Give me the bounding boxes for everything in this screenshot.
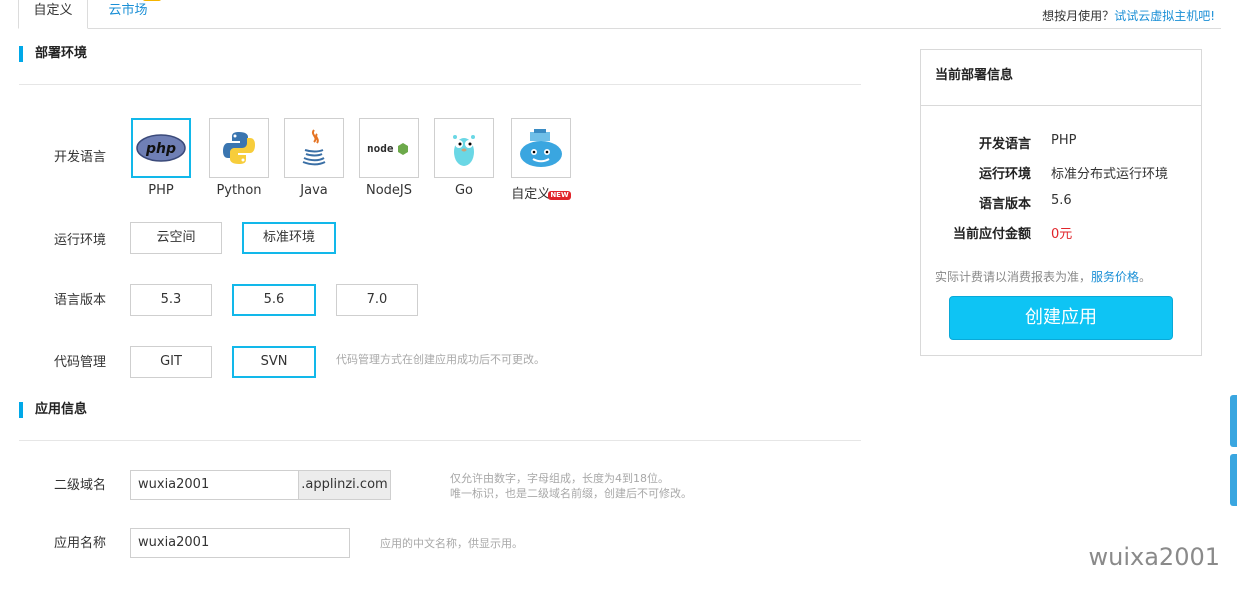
- runtime-option-standard[interactable]: 标准环境: [242, 222, 336, 254]
- tab-badge-dot: [143, 0, 161, 1]
- python-icon: [223, 132, 255, 164]
- divider: [19, 84, 861, 85]
- vcs-option-git[interactable]: GIT: [130, 346, 212, 378]
- app-name-hint: 应用的中文名称，供显示用。: [380, 537, 523, 550]
- version-option-5-3[interactable]: 5.3: [130, 284, 212, 316]
- panel-row-price: 当前应付金额 0元: [921, 223, 1201, 243]
- custom-tile[interactable]: [511, 118, 571, 178]
- language-option-php[interactable]: php PHP: [131, 118, 191, 198]
- section-marker: [19, 46, 23, 62]
- language-name: Java: [300, 183, 328, 198]
- java-tile[interactable]: [284, 118, 344, 178]
- language-name: PHP: [148, 183, 174, 198]
- panel-row-runtime: 运行环境 标准分布式运行环境: [921, 163, 1201, 183]
- language-label: 开发语言: [54, 150, 107, 165]
- svg-text:node: node: [367, 142, 394, 155]
- language-name: 自定义NEW: [511, 183, 571, 202]
- billing-note-end: 。: [1139, 270, 1152, 284]
- language-name: Python: [216, 183, 262, 198]
- custom-label: 自定义: [511, 187, 551, 202]
- tab-cloud-market[interactable]: 云市场: [103, 0, 161, 29]
- monthly-usage-text: 想按月使用？: [1042, 9, 1115, 23]
- row-key: 当前应付金额: [952, 227, 1031, 242]
- domain-hint-2: 唯一标识，也是二级域名前缀，创建后不可修改。: [450, 487, 692, 500]
- try-virtual-host-link[interactable]: 试试云虚拟主机吧!: [1114, 9, 1215, 23]
- java-icon: [302, 129, 326, 166]
- vcs-option-svn[interactable]: SVN: [232, 346, 316, 378]
- domain-suffix: .applinzi.com: [298, 470, 391, 500]
- svg-text:php: php: [145, 141, 176, 157]
- nodejs-icon: node: [367, 142, 408, 155]
- monthly-usage-prompt: 想按月使用？试试云虚拟主机吧!: [1042, 7, 1215, 24]
- language-option-python[interactable]: Python: [209, 118, 269, 198]
- language-option-go[interactable]: Go: [434, 118, 494, 198]
- row-key: 开发语言: [978, 137, 1031, 152]
- section-marker: [19, 402, 23, 418]
- runtime-label: 运行环境: [54, 233, 107, 248]
- docker-whale-icon: [520, 129, 562, 167]
- watermark: wuixa2001: [1088, 543, 1221, 571]
- version-option-7-0[interactable]: 7.0: [336, 284, 418, 316]
- domain-label: 二级域名: [54, 478, 107, 493]
- vcs-label: 代码管理: [54, 355, 107, 370]
- price-value: 0元: [1051, 227, 1073, 242]
- language-option-custom[interactable]: 自定义NEW: [511, 118, 571, 202]
- language-option-nodejs[interactable]: node NodeJS: [359, 118, 419, 198]
- row-key: 运行环境: [978, 167, 1031, 182]
- vcs-hint: 代码管理方式在创建应用成功后不可更改。: [336, 353, 545, 366]
- app-name-label: 应用名称: [54, 536, 107, 551]
- go-tile[interactable]: [434, 118, 494, 178]
- billing-note: 实际计费请以消费报表为准，服务价格。: [935, 268, 1151, 285]
- php-icon: php: [136, 134, 186, 162]
- side-float-tab[interactable]: [1230, 454, 1237, 506]
- runtime-option-cloud-space[interactable]: 云空间: [130, 222, 222, 254]
- row-key: 语言版本: [978, 197, 1031, 212]
- divider: [19, 440, 861, 441]
- row-value: 5.6: [1051, 193, 1072, 208]
- domain-input[interactable]: wuxia2001: [130, 470, 300, 500]
- section-deploy-env: 部署环境: [19, 45, 861, 63]
- section-title: 应用信息: [35, 402, 88, 417]
- app-name-input[interactable]: wuxia2001: [130, 528, 350, 558]
- nodejs-tile[interactable]: node: [359, 118, 419, 178]
- version-label: 语言版本: [54, 293, 107, 308]
- service-price-link[interactable]: 服务价格: [1091, 270, 1139, 284]
- go-gopher-icon: [453, 135, 475, 166]
- language-name: NodeJS: [365, 183, 412, 198]
- section-app-info: 应用信息: [19, 401, 861, 419]
- row-value: 标准分布式运行环境: [1051, 167, 1169, 182]
- tab-bar: 自定义 云市场: [18, 0, 1221, 29]
- side-float-tab[interactable]: [1230, 395, 1237, 447]
- php-tile[interactable]: php: [131, 118, 191, 178]
- python-tile[interactable]: [209, 118, 269, 178]
- tab-custom[interactable]: 自定义: [18, 0, 88, 29]
- panel-row-language: 开发语言 PHP: [921, 133, 1201, 153]
- domain-hint-1: 仅允许由数字，字母组成，长度为4到18位。: [450, 472, 669, 485]
- panel-row-version: 语言版本 5.6: [921, 193, 1201, 213]
- version-option-5-6[interactable]: 5.6: [232, 284, 316, 316]
- section-title: 部署环境: [35, 46, 88, 61]
- row-value: PHP: [1051, 133, 1077, 148]
- language-name: Go: [454, 183, 474, 198]
- deploy-info-panel: 当前部署信息 开发语言 PHP 运行环境 标准分布式运行环境 语言版本 5.6 当前应…: [920, 49, 1202, 356]
- create-app-button[interactable]: 创建应用: [949, 296, 1173, 340]
- panel-title: 当前部署信息: [921, 50, 1201, 106]
- billing-note-text: 实际计费请以消费报表为准，: [935, 270, 1092, 284]
- new-badge: NEW: [548, 191, 571, 200]
- language-option-java[interactable]: Java: [284, 118, 344, 198]
- tab-cloud-market-label: 云市场: [108, 3, 148, 18]
